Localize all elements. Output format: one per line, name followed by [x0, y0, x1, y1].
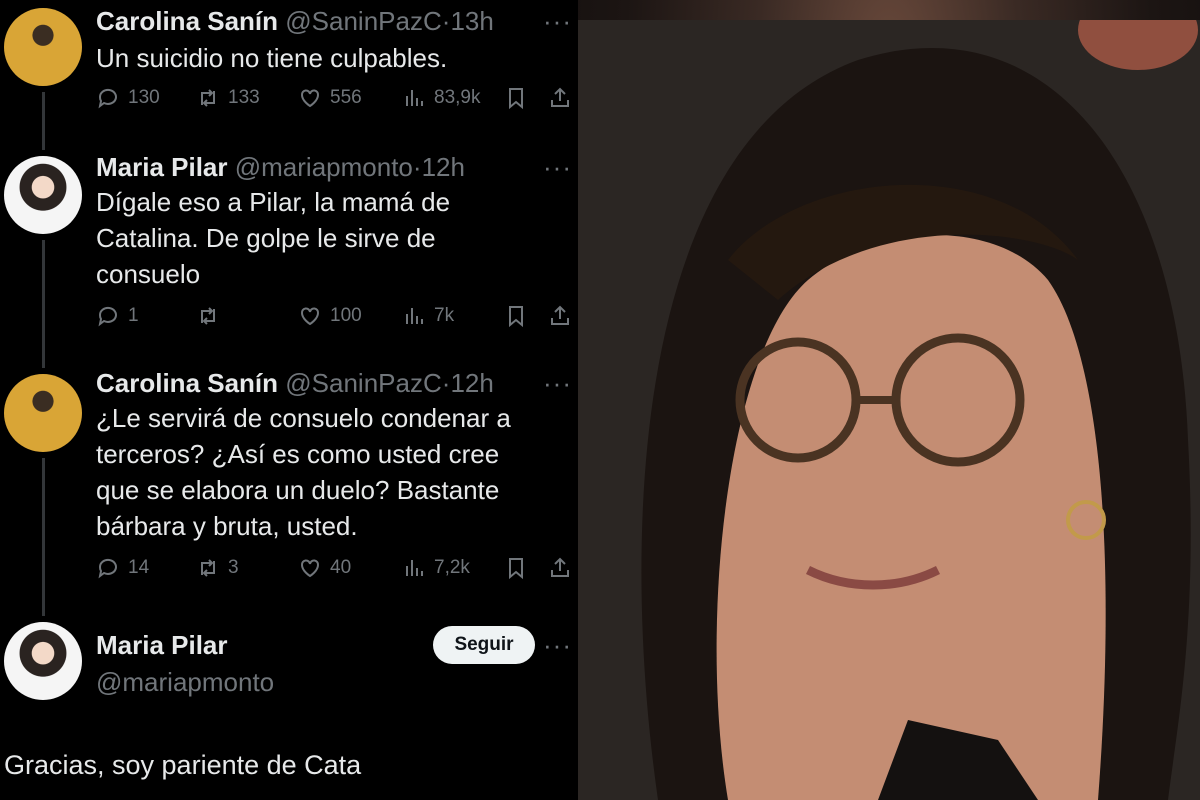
bookmark-button[interactable] [504, 304, 528, 328]
tweet-text: Dígale eso a Pilar, la mamá de Catalina.… [96, 184, 556, 292]
tweet-header: Carolina Sanín @SaninPazC·13h [96, 6, 494, 36]
bookmark-button[interactable] [504, 556, 528, 580]
tweet-text: Gracias, soy pariente de Cata [4, 750, 362, 780]
like-icon [301, 89, 319, 108]
like-icon [301, 307, 319, 326]
retweet-icon [201, 307, 215, 325]
thread-line [42, 240, 45, 368]
follow-button[interactable]: Seguir [433, 626, 535, 664]
tweet-text-line: ¿Le servirá de consuelo condenar a [96, 403, 511, 433]
views-count: 7k [434, 305, 455, 326]
tweet-actions: 14 3 40 7,2k [96, 556, 576, 586]
bookmark-icon [509, 306, 523, 328]
reply-count: 1 [128, 305, 139, 326]
author-name[interactable]: Carolina Sanín [96, 368, 278, 398]
retweet-button[interactable] [196, 304, 228, 328]
bookmark-icon [509, 88, 523, 110]
retweet-icon [201, 89, 215, 107]
retweet-button[interactable]: 3 [196, 556, 239, 580]
more-options-button[interactable]: ··· [543, 368, 572, 399]
tweet-text: ¿Le servirá de consuelo condenar a terce… [96, 400, 556, 544]
like-button[interactable]: 40 [298, 556, 351, 580]
author-name[interactable]: Maria Pilar [96, 152, 228, 182]
reply-count: 14 [128, 557, 150, 578]
views-count: 7,2k [434, 557, 470, 578]
bookmark-button[interactable] [504, 86, 528, 110]
tweet-thread: Carolina Sanín @SaninPazC·13h ··· Un sui… [0, 0, 578, 800]
like-icon [301, 559, 319, 578]
more-options-button[interactable]: ··· [543, 152, 572, 183]
retweet-count: 133 [228, 87, 260, 108]
like-button[interactable]: 556 [298, 86, 362, 110]
author-handle[interactable]: @SaninPazC [285, 368, 441, 398]
views-count: 83,9k [434, 87, 481, 108]
share-icon [551, 557, 569, 577]
like-count: 100 [330, 305, 362, 326]
portrait-photo [578, 0, 1200, 800]
like-count: 40 [330, 557, 352, 578]
author-name[interactable]: Maria Pilar [96, 630, 274, 661]
tweet-header: Carolina Sanín @SaninPazC·12h [96, 368, 494, 398]
tweet-actions: 1 100 7k [96, 304, 576, 334]
tweet-actions: 130 133 556 83,9k [96, 86, 576, 116]
avatar[interactable] [4, 8, 82, 86]
thread-line [42, 92, 45, 150]
share-button[interactable] [548, 304, 572, 328]
views-icon [406, 308, 423, 324]
share-button[interactable] [548, 556, 572, 580]
tweet-header: Maria Pilar @mariapmonto·12h [96, 152, 465, 182]
share-icon [551, 87, 569, 107]
views-button[interactable]: 7k [402, 304, 454, 328]
like-button[interactable]: 100 [298, 304, 362, 328]
more-options-button[interactable]: ··· [543, 630, 572, 661]
views-icon [406, 560, 423, 576]
reply-button[interactable]: 130 [96, 86, 160, 110]
reply-count: 130 [128, 87, 160, 108]
author-handle[interactable]: @SaninPazC [285, 6, 441, 36]
tweet-text-line: bárbara y bruta, usted. [96, 511, 358, 541]
tweet-text-line: terceros? ¿Así es como usted cree [96, 439, 500, 469]
author-name[interactable]: Carolina Sanín [96, 6, 278, 36]
tweet-text-line: que se elabora un duelo? Bastante [96, 475, 500, 505]
tweet-time[interactable]: 13h [450, 6, 493, 36]
reply-icon [98, 306, 117, 327]
bookmark-icon [509, 558, 523, 580]
reply-icon [98, 558, 117, 579]
tweet-text-line: Catalina. De golpe le sirve de [96, 223, 436, 253]
tweet-time[interactable]: 12h [450, 368, 493, 398]
portrait-illustration [578, 20, 1200, 800]
share-button[interactable] [548, 86, 572, 110]
retweet-count: 3 [228, 557, 239, 578]
views-icon [406, 90, 423, 106]
reply-button[interactable]: 14 [96, 556, 149, 580]
avatar[interactable] [4, 156, 82, 234]
tweet-text-line: Dígale eso a Pilar, la mamá de [96, 187, 451, 217]
tweet-text: Un suicidio no tiene culpables. [96, 43, 448, 73]
more-options-button[interactable]: ··· [543, 6, 572, 37]
views-button[interactable]: 7,2k [402, 556, 470, 580]
views-button[interactable]: 83,9k [402, 86, 480, 110]
reply-icon [98, 88, 117, 109]
share-icon [551, 305, 569, 325]
profile-header: Maria Pilar @mariapmonto [96, 630, 274, 698]
tweet-text-line: consuelo [96, 259, 201, 289]
avatar[interactable] [4, 374, 82, 452]
retweet-icon [201, 559, 215, 577]
reply-button[interactable]: 1 [96, 304, 139, 328]
thread-line [42, 458, 45, 616]
like-count: 556 [330, 87, 362, 108]
retweet-button[interactable]: 133 [196, 86, 260, 110]
avatar[interactable] [4, 622, 82, 700]
author-handle[interactable]: @mariapmonto [96, 667, 274, 698]
tweet-time[interactable]: 12h [422, 152, 465, 182]
author-handle[interactable]: @mariapmonto [235, 152, 413, 182]
